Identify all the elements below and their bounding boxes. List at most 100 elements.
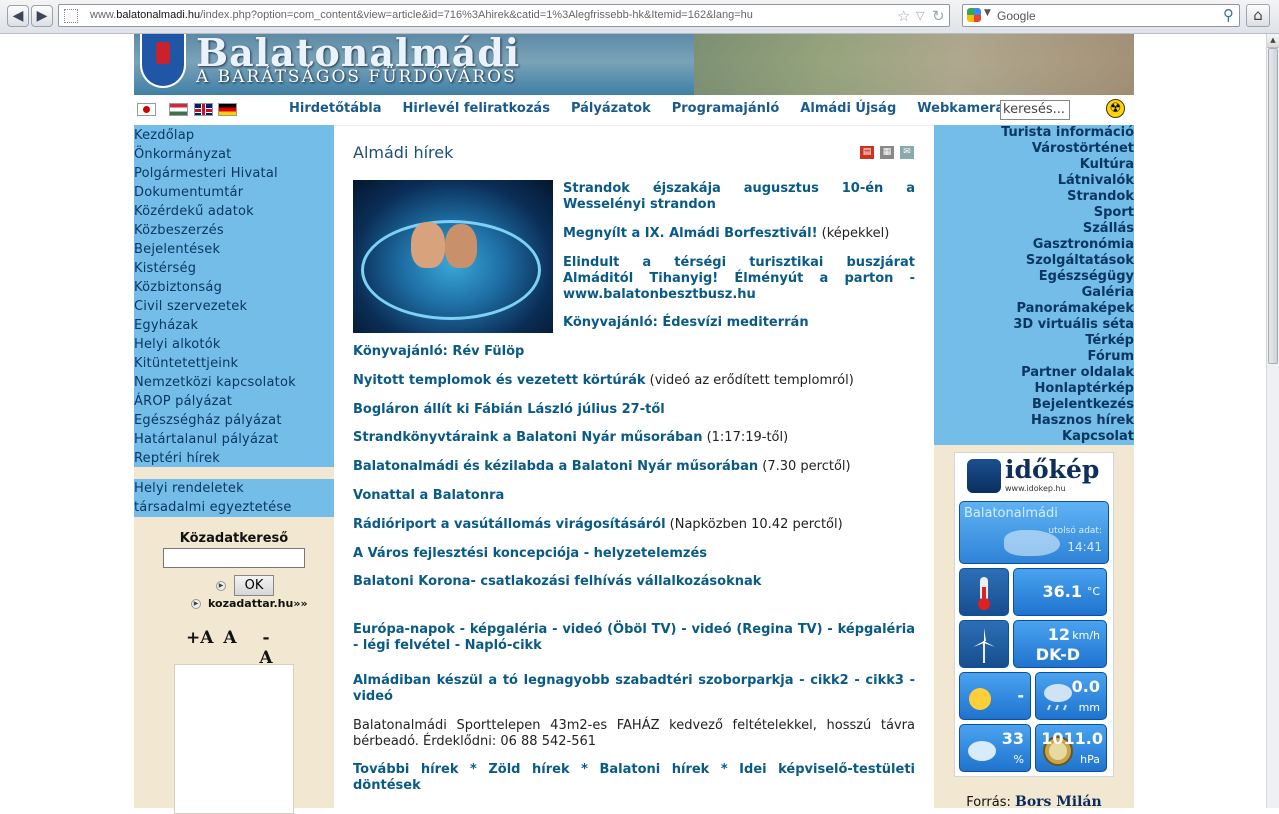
- right-menu: Turista információ Várostörténet Kultúra…: [934, 125, 1134, 445]
- news-photo[interactable]: [353, 180, 553, 333]
- left-menu-item[interactable]: Helyi rendeletek: [134, 479, 334, 498]
- address-bar[interactable]: www.balatonalmadi.hu/index.php?option=co…: [58, 4, 950, 27]
- radiation-icon[interactable]: ☢: [1106, 99, 1125, 118]
- forward-button[interactable]: ▶: [31, 5, 53, 27]
- news-item: Rádióriport a vasútállomás virágosításár…: [353, 517, 843, 532]
- left-menu-rendeletek: Helyi rendeletek társadalmi egyeztetése: [134, 479, 334, 517]
- vertical-scrollbar[interactable]: ▲: [1266, 34, 1279, 808]
- nav-link-hirlevel[interactable]: Hirlevél feliratkozás: [403, 101, 550, 116]
- idokep-logo[interactable]: időkép www.idokep.hu: [965, 455, 1105, 497]
- nav-link-palyazatok[interactable]: Pályázatok: [571, 101, 651, 116]
- left-menu-item[interactable]: Civil szervezetek: [134, 297, 334, 316]
- left-menu-item[interactable]: Egyházak: [134, 316, 334, 335]
- news-item: Európa-napok - képgaléria - videó (Öböl …: [353, 622, 915, 653]
- left-menu-item[interactable]: Közérdekű adatok: [134, 202, 334, 221]
- right-menu-item[interactable]: Fórum: [934, 349, 1135, 365]
- wind-tile: 12 km/h DK-D: [1013, 620, 1107, 668]
- left-menu-item[interactable]: Polgármesteri Hivatal: [134, 164, 334, 183]
- history-dropdown-icon[interactable]: ▽: [916, 9, 924, 22]
- right-menu-item[interactable]: Turista információ: [934, 125, 1134, 141]
- font-reset-button[interactable]: A: [222, 628, 238, 668]
- site-icon: [64, 9, 78, 23]
- weather-widget[interactable]: időkép www.idokep.hu Balatonalmádi utols…: [954, 452, 1114, 777]
- news-item: A Város fejlesztési koncepciója - helyze…: [353, 546, 708, 561]
- left-menu-item[interactable]: Bejelentések: [134, 240, 334, 259]
- sun-icon: [969, 688, 991, 710]
- kozadat-label: Közadatkereső: [179, 531, 289, 546]
- left-menu-item[interactable]: Kistérség: [134, 259, 334, 278]
- right-menu-item[interactable]: Strandok: [934, 189, 1134, 205]
- pdf-icon[interactable]: ▤: [860, 146, 874, 159]
- back-button[interactable]: ◀: [7, 5, 29, 27]
- left-menu-item[interactable]: ÁROP pályázat: [134, 392, 334, 411]
- left-menu-item[interactable]: Helyi alkotók: [134, 335, 334, 354]
- font-decrease-button[interactable]: -A: [258, 628, 274, 668]
- right-menu-item[interactable]: Hasznos hírek: [934, 413, 1134, 429]
- bookmark-star-icon[interactable]: ☆: [897, 7, 910, 25]
- left-menu-item[interactable]: Közbiztonság: [134, 278, 334, 297]
- left-menu-item[interactable]: Közbeszerzés: [134, 221, 334, 240]
- site-search-input[interactable]: keresés...: [1000, 100, 1070, 120]
- chevron-down-icon[interactable]: ▼: [984, 8, 991, 18]
- search-bar[interactable]: ▼ Google ⚲: [962, 4, 1240, 27]
- english-flag-icon[interactable]: [194, 103, 213, 116]
- right-menu-item[interactable]: Szolgáltatások: [934, 253, 1134, 269]
- nav-link-programajanlo[interactable]: Programajánló: [672, 101, 780, 116]
- right-menu-item[interactable]: Honlaptérkép: [934, 381, 1134, 397]
- font-increase-button[interactable]: +A: [186, 628, 213, 668]
- news-item: Strandkönyvtáraink a Balatoni Nyár műsor…: [353, 430, 789, 445]
- left-sidebar: Kezdőlap Önkormányzat Polgármesteri Hiva…: [134, 125, 334, 814]
- right-menu-item[interactable]: Kultúra: [934, 157, 1134, 173]
- site-banner[interactable]: Balatonalmádi A BARÁTSÁGOS FÜRDŐVÁROS: [134, 34, 1134, 95]
- news-item: Megnyílt a IX. Almádi Borfesztivál! (kép…: [563, 226, 890, 241]
- home-button[interactable]: ⌂: [1246, 4, 1270, 27]
- right-menu-item[interactable]: Panorámaképek: [934, 301, 1134, 317]
- nav-link-almadi-ujsag[interactable]: Almádi Újság: [800, 101, 896, 116]
- right-menu-item[interactable]: Galéria: [934, 285, 1134, 301]
- reload-icon[interactable]: ↻: [932, 7, 945, 25]
- german-flag-icon[interactable]: [218, 103, 237, 116]
- right-menu-item[interactable]: Látnivalók: [934, 173, 1134, 189]
- search-icon[interactable]: ⚲: [1223, 6, 1234, 24]
- email-icon[interactable]: ✉: [900, 146, 914, 159]
- right-menu-item[interactable]: Szállás: [934, 221, 1134, 237]
- temperature-tile: 36.1 °C: [1013, 568, 1107, 616]
- nav-link-hirdetotabla[interactable]: Hirdetőtábla: [289, 101, 382, 116]
- print-icon[interactable]: ▦: [880, 146, 894, 159]
- left-menu-item[interactable]: Dokumentumtár: [134, 183, 334, 202]
- arrow-right-icon: ▶: [216, 581, 226, 591]
- news-item: Vonattal a Balatonra: [353, 488, 505, 503]
- japanese-flag-icon[interactable]: [137, 103, 156, 116]
- left-menu-item[interactable]: Kitüntetettjeink: [134, 354, 334, 373]
- left-menu-item[interactable]: Nemzetközi kapcsolatok: [134, 373, 334, 392]
- right-menu-item[interactable]: Partner oldalak: [934, 365, 1134, 381]
- kozadat-input[interactable]: [163, 548, 305, 568]
- kozadattar-link[interactable]: kozadattar.hu»»: [208, 597, 308, 610]
- right-menu-item[interactable]: Gasztronómia: [934, 237, 1134, 253]
- ok-button[interactable]: OK: [234, 575, 274, 596]
- right-menu-item[interactable]: Kapcsolat: [934, 429, 1134, 445]
- left-menu-item[interactable]: Reptéri hírek: [134, 449, 334, 468]
- hungarian-flag-icon[interactable]: [169, 103, 188, 116]
- rain-tile: 0.0 mm: [1035, 672, 1107, 720]
- left-menu-item[interactable]: Határtalanul pályázat: [134, 430, 334, 449]
- right-menu-item[interactable]: 3D virtuális séta: [934, 317, 1134, 333]
- site-subtitle: A BARÁTSÁGOS FÜRDŐVÁROS: [196, 67, 517, 87]
- nav-link-webkamera[interactable]: Webkamera: [917, 101, 1004, 116]
- right-menu-item[interactable]: Bejelentkezés: [934, 397, 1134, 413]
- thermometer-icon: [959, 568, 1009, 616]
- right-menu-item[interactable]: Sport: [934, 205, 1134, 221]
- left-menu-item[interactable]: társadalmi egyeztetése: [134, 498, 334, 517]
- scroll-up-icon[interactable]: ▲: [1267, 34, 1279, 48]
- left-menu-item[interactable]: Egészségház pályázat: [134, 411, 334, 430]
- left-menu-item[interactable]: Kezdőlap: [134, 126, 334, 145]
- news-item: Elindult a térségi turisztikai buszjárat…: [563, 255, 915, 302]
- banner-landscape: [694, 34, 1134, 95]
- scroll-thumb[interactable]: [1268, 48, 1278, 364]
- news-item: Balatoni Korona- csatlakozási felhívás v…: [353, 574, 762, 589]
- right-menu-item[interactable]: Egészségügy: [934, 269, 1134, 285]
- right-menu-item[interactable]: Térkép: [934, 333, 1134, 349]
- left-menu-item[interactable]: Önkormányzat: [134, 145, 334, 164]
- google-icon[interactable]: [967, 8, 981, 22]
- right-menu-item[interactable]: Várostörténet: [934, 141, 1134, 157]
